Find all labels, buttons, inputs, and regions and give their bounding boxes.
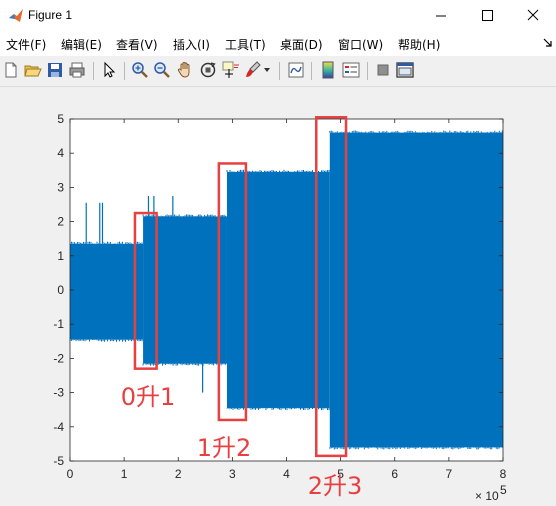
y-tick-label: -3 [53, 386, 64, 400]
plot-svg[interactable]: 0 1 2 3 4 5 6 7 8543210-1-2-3-4-5× 10 50升11升22升3 [0, 87, 556, 502]
minimize-icon [418, 0, 464, 32]
figure-toolbar [0, 56, 556, 87]
y-tick-label: -5 [53, 454, 64, 468]
signal-segment [227, 172, 330, 408]
annotation-label: 0升1 [121, 383, 176, 411]
y-tick-label: -4 [53, 420, 64, 434]
toolbar-separator [279, 62, 280, 80]
pointer-icon[interactable] [100, 61, 118, 79]
y-tick-label: 2 [57, 215, 64, 229]
maximize-button[interactable] [464, 0, 510, 32]
pan-hand-icon[interactable] [176, 61, 194, 79]
print-icon[interactable] [68, 61, 86, 79]
y-tick-label: -1 [53, 317, 64, 331]
x-tick-label: 8 [500, 467, 507, 481]
x-tick-label: 6 [391, 467, 398, 481]
window-title: Figure 1 [28, 8, 72, 22]
y-tick-label: 3 [57, 180, 64, 194]
minimize-button[interactable] [418, 0, 464, 32]
colorbar-icon[interactable] [319, 61, 337, 79]
signal-segment [70, 244, 143, 340]
toolbar-separator [93, 62, 94, 80]
figure-canvas[interactable]: 0 1 2 3 4 5 6 7 8 5 4 3 2 1 0 -1 -2 -3 -4 -5 × 10 5 0升1 1升2 2升3 [0, 87, 556, 502]
menu-desktop[interactable]: 桌面(D) [280, 36, 323, 53]
annotation-label: 2升3 [308, 472, 363, 500]
annotation-label: 1升2 [197, 434, 252, 462]
x-tick-label: 0 [67, 467, 74, 481]
menu-dock-arrow-icon[interactable] [543, 38, 553, 48]
brush-icon[interactable] [244, 61, 262, 79]
open-file-icon[interactable] [24, 61, 42, 79]
show-plot-tools-icon[interactable] [396, 61, 414, 79]
y-tick-label: 5 [57, 112, 64, 126]
matlab-logo-icon [8, 8, 24, 24]
rotate-3d-icon[interactable] [199, 61, 217, 79]
toolbar-separator [367, 62, 368, 80]
close-button[interactable] [510, 0, 556, 32]
window-titlebar: Figure 1 [0, 0, 556, 32]
hide-plot-tools-icon[interactable] [374, 61, 392, 79]
legend-icon[interactable] [342, 61, 360, 79]
new-figure-icon[interactable] [2, 61, 20, 79]
menu-help[interactable]: 帮助(H) [398, 36, 440, 53]
toolbar-separator [124, 62, 125, 80]
menu-insert[interactable]: 插入(I) [173, 36, 210, 53]
y-tick-label: 1 [57, 249, 64, 263]
menu-bar: 文件(F) 编辑(E) 查看(V) 插入(I) 工具(T) 桌面(D) 窗口(W… [0, 32, 556, 56]
signal-segment [330, 133, 503, 448]
x-tick-label: 7 [446, 467, 453, 481]
x-exponent-label: × 10 [475, 489, 499, 502]
zoom-out-icon[interactable] [153, 61, 171, 79]
menu-view[interactable]: 查看(V) [116, 36, 158, 53]
toolbar-separator [311, 62, 312, 80]
menu-file[interactable]: 文件(F) [6, 36, 46, 53]
link-plot-icon[interactable] [287, 61, 305, 79]
menu-window[interactable]: 窗口(W) [338, 36, 383, 53]
data-cursor-icon[interactable] [222, 61, 240, 79]
x-tick-label: 4 [283, 467, 290, 481]
x-exponent-power: 5 [500, 483, 507, 497]
brush-dropdown-icon[interactable] [264, 68, 272, 74]
save-icon[interactable] [46, 61, 64, 79]
x-tick-label: 1 [121, 467, 128, 481]
close-icon [510, 0, 556, 32]
y-tick-label: 4 [57, 146, 64, 160]
x-tick-label: 2 [175, 467, 182, 481]
x-tick-label: 3 [229, 467, 236, 481]
maximize-icon [464, 0, 510, 32]
y-tick-label: -2 [53, 351, 64, 365]
menu-edit[interactable]: 编辑(E) [61, 36, 102, 53]
zoom-in-icon[interactable] [131, 61, 149, 79]
y-tick-label: 0 [57, 283, 64, 297]
menu-tools[interactable]: 工具(T) [225, 36, 266, 53]
